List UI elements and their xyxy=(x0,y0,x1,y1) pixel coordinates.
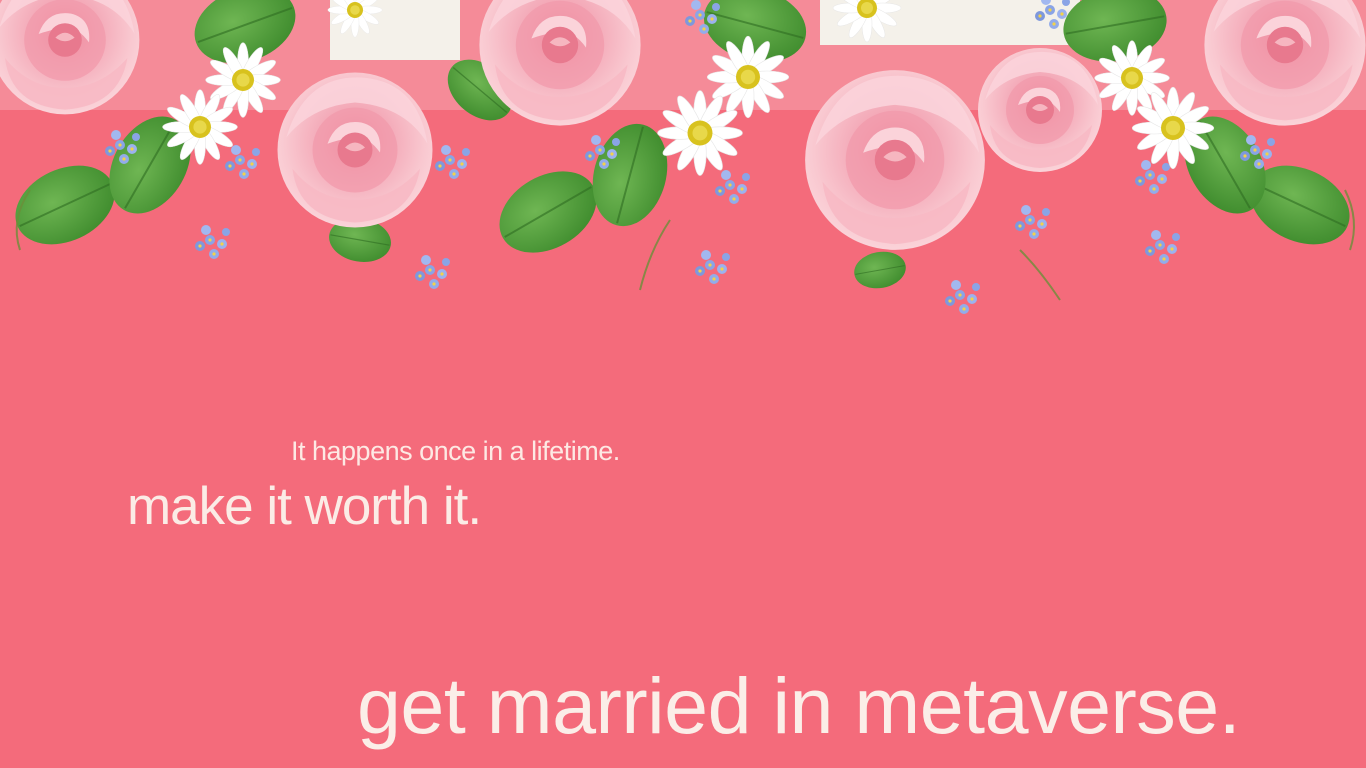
headline-text: get married in metaverse. xyxy=(357,661,1241,750)
floral-garland-image xyxy=(0,0,1366,314)
poster-canvas: It happens once in a lifetime. make it w… xyxy=(0,0,1366,768)
subhead-text: make it worth it. xyxy=(127,477,482,536)
tagline-text: It happens once in a lifetime. xyxy=(291,436,620,466)
